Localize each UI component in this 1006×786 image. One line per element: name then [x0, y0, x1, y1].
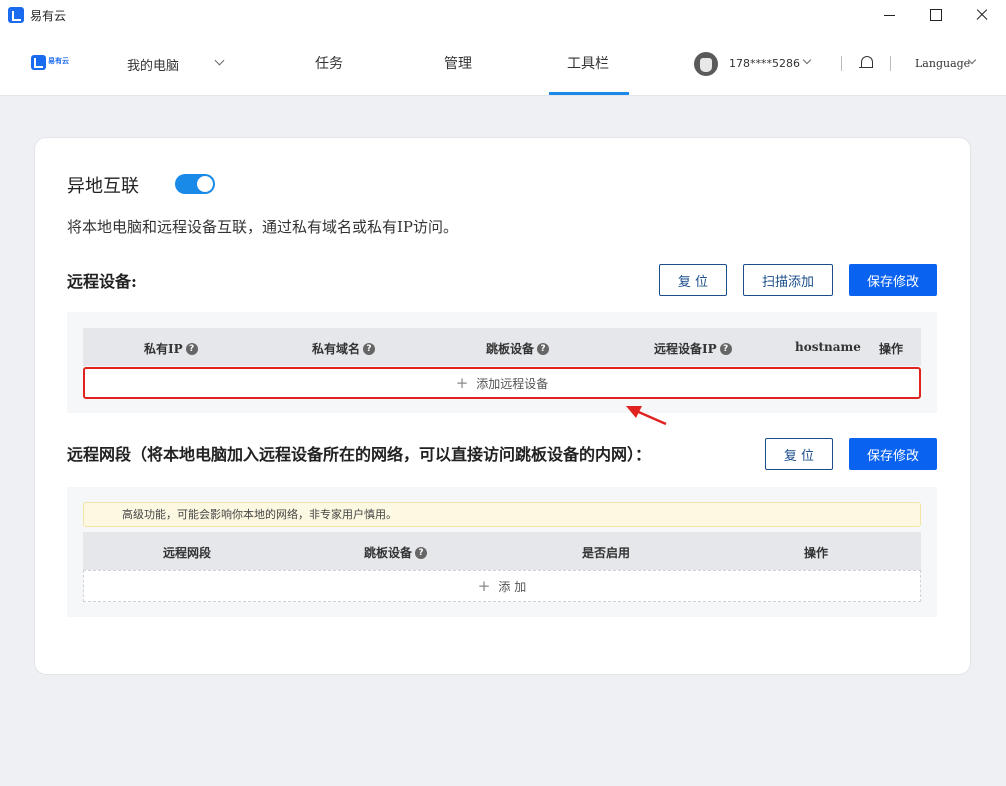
close-icon[interactable] [971, 4, 993, 26]
remote-devices-save-button[interactable]: 保存修改 [849, 264, 937, 296]
title-bar: 易有云 [0, 0, 1006, 30]
language-selector[interactable]: Language [915, 57, 970, 70]
maximize-icon[interactable] [925, 4, 947, 26]
col-jump-device: 跳板设备? [364, 544, 428, 561]
add-remote-segment-button[interactable]: + 添 加 [83, 570, 921, 602]
remote-segments-table-header: 远程网段 跳板设备? 是否启用 操作 [83, 532, 921, 570]
col-remote-device-ip: 远程设备IP? [654, 340, 732, 357]
feature-title: 异地互联 [67, 176, 139, 197]
col-actions: 操作 [879, 342, 904, 356]
window-title: 易有云 [30, 9, 67, 23]
brand-logo-text: 易有云 [48, 57, 69, 65]
feature-description: 将本地电脑和远程设备互联，通过私有域名或私有IP访问。 [67, 218, 459, 236]
remote-segments-save-button[interactable]: 保存修改 [849, 438, 937, 470]
plus-icon: + [477, 577, 491, 595]
active-tab-indicator [549, 92, 629, 95]
help-icon[interactable]: ? [415, 546, 428, 559]
add-remote-device-button[interactable]: + 添加远程设备 [83, 367, 921, 399]
remote-devices-reset-button[interactable]: 复 位 [659, 264, 727, 296]
nav-manage[interactable]: 管理 [444, 53, 472, 73]
annotation-arrow-icon [626, 406, 667, 426]
col-remote-segment: 远程网段 [163, 546, 212, 560]
scan-add-button[interactable]: 扫描添加 [743, 264, 833, 296]
remote-segments-title: 远程网段（将本地电脑加入远程设备所在的网络，可以直接访问跳板设备的内网）： [67, 445, 652, 464]
col-enabled: 是否启用 [582, 546, 631, 560]
user-chevron-down-icon[interactable] [802, 55, 812, 65]
chevron-down-icon[interactable] [214, 55, 225, 66]
help-icon[interactable]: ? [185, 342, 198, 355]
help-icon[interactable]: ? [363, 342, 376, 355]
remote-segments-reset-button[interactable]: 复 位 [765, 438, 833, 470]
brand-logo[interactable]: 易有云 [31, 55, 73, 71]
col-private-domain: 私有域名? [312, 340, 376, 357]
nav-toolbar[interactable]: 工具栏 [567, 53, 609, 73]
feature-toggle[interactable] [175, 174, 215, 194]
plus-icon: + [455, 374, 469, 392]
add-remote-device-label: 添加远程设备 [476, 376, 549, 391]
col-hostname: hostname [795, 340, 861, 354]
toggle-knob [197, 176, 213, 192]
minimize-icon[interactable] [878, 4, 900, 26]
nav-divider [841, 56, 842, 71]
warning-banner: 高级功能，可能会影响你本地的网络，非专家用户慎用。 [83, 502, 921, 527]
top-navbar: 易有云 我的电脑 任务 管理 工具栏 178****5286 Language [0, 30, 1006, 96]
app-logo-icon [8, 7, 24, 23]
brand-logo-icon [31, 55, 46, 70]
add-remote-segment-label: 添 加 [498, 579, 527, 594]
avatar[interactable] [694, 52, 718, 76]
remote-devices-title: 远程设备: [67, 272, 137, 291]
help-icon[interactable]: ? [537, 342, 550, 355]
user-phone[interactable]: 178****5286 [729, 57, 800, 70]
remote-devices-table-header: 私有IP? 私有域名? 跳板设备? 远程设备IP? hostname 操作 [83, 328, 921, 366]
bell-icon[interactable] [859, 55, 873, 71]
nav-tasks[interactable]: 任务 [315, 53, 343, 73]
col-private-ip: 私有IP? [144, 340, 198, 357]
help-icon[interactable]: ? [719, 342, 732, 355]
col-actions: 操作 [804, 546, 829, 560]
nav-divider [890, 56, 891, 71]
nav-my-pc[interactable]: 我的电脑 [127, 55, 179, 74]
col-jump-device: 跳板设备? [486, 340, 550, 357]
